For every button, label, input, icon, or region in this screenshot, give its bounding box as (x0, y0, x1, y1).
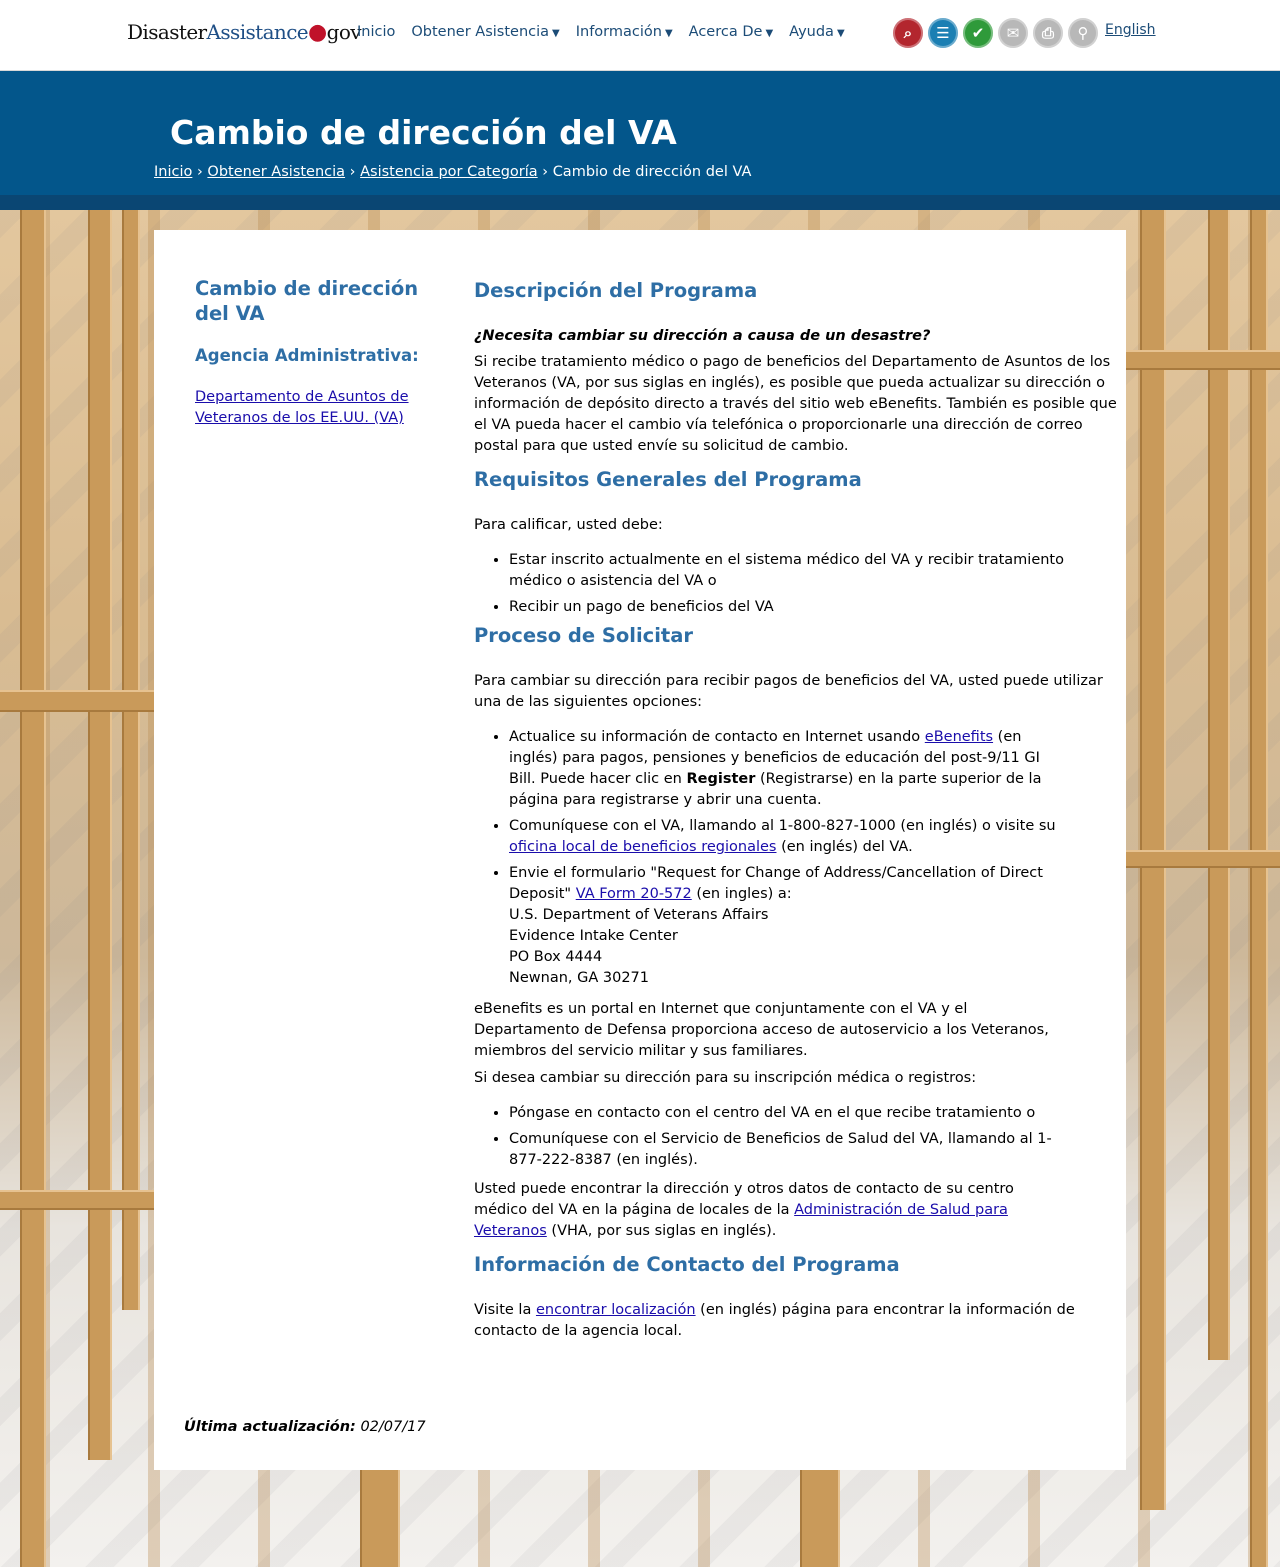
address-line: U.S. Department of Veterans Affairs (509, 907, 769, 923)
nav-item-obtener-asistencia[interactable]: Obtener Asistencia ▼ (411, 24, 559, 40)
nav-item-acerca-de[interactable]: Acerca De ▼ (689, 24, 773, 40)
heading-requisitos: Requisitos Generales del Programa (474, 468, 862, 491)
photo-beam (1126, 850, 1280, 868)
photo-beam (1208, 210, 1230, 1360)
chevron-down-icon: ▼ (836, 27, 845, 39)
photo-beam (122, 210, 140, 1310)
photo-beam (360, 1470, 400, 1567)
register-text: Register (686, 771, 756, 787)
breadcrumb-link-inicio[interactable]: Inicio (154, 164, 192, 180)
chevron-down-icon: ▼ (664, 27, 673, 39)
breadcrumb-link-asistencia-por-categoria[interactable]: Asistencia por Categoría (360, 164, 538, 180)
nav-item-label: Inicio (357, 24, 396, 40)
site-logo[interactable]: DisasterAssistance●gov (127, 20, 362, 45)
logo-part-gov: gov (326, 20, 362, 44)
nav-item-informacion[interactable]: Información ▼ (576, 24, 673, 40)
breadcrumb-current: Cambio de dirección del VA (552, 164, 752, 180)
va-form-link[interactable]: VA Form 20-572 (576, 886, 692, 902)
photo-beam (88, 210, 112, 1460)
language-toggle-link[interactable]: English (1105, 22, 1156, 38)
regional-office-link[interactable]: oficina local de beneficios regionales (509, 839, 776, 855)
nav-item-label: Ayuda (789, 24, 834, 40)
breadcrumb-separator: › (542, 164, 549, 180)
list-item: Estar inscrito actualmente en el sistema… (509, 550, 1064, 592)
photo-beam (1126, 350, 1280, 370)
photo-beam (0, 690, 154, 712)
nav-item-inicio[interactable]: Inicio (357, 24, 395, 40)
text: Visite la (474, 1302, 536, 1318)
text: Comuníquese con el VA, llamando al 1-800… (509, 818, 1056, 834)
chevron-down-icon: ▼ (765, 27, 774, 39)
text: (en ingles) a: (691, 886, 792, 902)
ebenefits-link[interactable]: eBenefits (925, 729, 993, 745)
search-icon[interactable]: ⚲ (1068, 18, 1098, 48)
last-updated: Última actualización: 02/07/17 (184, 1419, 426, 1435)
sidebar-agency-label: Agencia Administrativa: (195, 346, 419, 365)
medical-intro: Si desea cambiar su dirección para su in… (474, 1070, 977, 1086)
list-item: Póngase en contacto con el centro del VA… (509, 1103, 1064, 1124)
main-content: Descripción del Programa ¿Necesita cambi… (474, 278, 1124, 1342)
breadcrumb-separator: › (196, 164, 203, 180)
breadcrumb-separator: › (349, 164, 356, 180)
breadcrumb: Inicio › Obtener Asistencia › Asistencia… (154, 164, 751, 180)
heading-contacto: Información de Contacto del Programa (474, 1253, 900, 1276)
contact-text: Visite la encontrar localización (en ing… (474, 1300, 1124, 1342)
main-nav: Inicio Obtener Asistencia ▼ Información ▼ … (357, 24, 845, 40)
print-icon[interactable]: ⎙ (1033, 18, 1063, 48)
nav-item-label: Obtener Asistencia (411, 24, 550, 40)
top-navigation-bar: DisasterAssistance●gov Inicio Obtener As… (0, 0, 1280, 71)
text: Actualice su información de contacto en … (509, 729, 925, 745)
list-item: Actualice su información de contacto en … (509, 727, 1064, 811)
chevron-down-icon: ▼ (552, 27, 560, 39)
desc-question: ¿Necesita cambiar su dirección a causa d… (474, 328, 931, 344)
search-document-icon[interactable]: ⌕ (893, 18, 923, 48)
photo-beam (1250, 210, 1268, 1567)
list-item: Envie el formulario "Request for Change … (509, 863, 1064, 989)
address-line: PO Box 4444 (509, 949, 603, 965)
find-location-link[interactable]: encontrar localización (536, 1302, 696, 1318)
list-item: Comuníquese con el VA, llamando al 1-800… (509, 816, 1064, 858)
last-updated-value: 02/07/17 (360, 1419, 426, 1435)
req-list: Estar inscrito actualmente en el sistema… (474, 550, 1064, 618)
toolbar-icons: ⌕ ☰ ✔ ✉ ⎙ ⚲ (893, 18, 1098, 48)
page-title: Cambio de dirección del VA (170, 113, 677, 152)
req-intro: Para calificar, usted debe: (474, 517, 663, 533)
address-line: Evidence Intake Center (509, 928, 678, 944)
ebenefits-text: eBenefits es un portal en Internet que c… (474, 1001, 1049, 1059)
nav-item-label: Información (575, 24, 662, 40)
heading-proceso: Proceso de Solicitar (474, 624, 694, 647)
vha-text: Usted puede encontrar la dirección y otr… (474, 1179, 1064, 1242)
proc-list: Actualice su información de contacto en … (474, 727, 1064, 989)
logo-part-assistance: Assistance (206, 20, 309, 44)
text: (en inglés) del VA. (776, 839, 913, 855)
text: (VHA, por sus siglas en inglés). (546, 1223, 777, 1239)
list-item: Recibir un pago de beneficios del VA (509, 597, 1064, 618)
address-line: Newnan, GA 30271 (509, 970, 650, 986)
photo-beam (20, 210, 46, 1567)
medical-list: Póngase en contacto con el centro del VA… (474, 1103, 1064, 1171)
logo-dot: ● (308, 20, 327, 45)
proc-intro: Para cambiar su dirección para recibir p… (474, 673, 1103, 710)
photo-beam (800, 1470, 840, 1567)
nav-item-ayuda[interactable]: Ayuda ▼ (789, 24, 845, 40)
checklist-icon[interactable]: ☰ (928, 18, 958, 48)
email-icon[interactable]: ✉ (998, 18, 1028, 48)
list-item: Comuníquese con el Servicio de Beneficio… (509, 1129, 1064, 1171)
photo-beam (0, 1190, 154, 1210)
sidebar-agency-link[interactable]: Departamento de Asuntos de Veteranos de … (195, 387, 435, 429)
checkmark-icon[interactable]: ✔ (963, 18, 993, 48)
header-divider (0, 195, 1280, 210)
last-updated-label: Última actualización: (184, 1419, 356, 1435)
heading-descripcion: Descripción del Programa (474, 279, 758, 302)
logo-part-disaster: Disaster (127, 20, 207, 44)
breadcrumb-link-obtener-asistencia[interactable]: Obtener Asistencia (207, 164, 345, 180)
desc-text: Si recibe tratamiento médico o pago de b… (474, 354, 1117, 454)
nav-item-label: Acerca De (688, 24, 763, 40)
sidebar-title: Cambio de dirección del VA (195, 277, 419, 325)
